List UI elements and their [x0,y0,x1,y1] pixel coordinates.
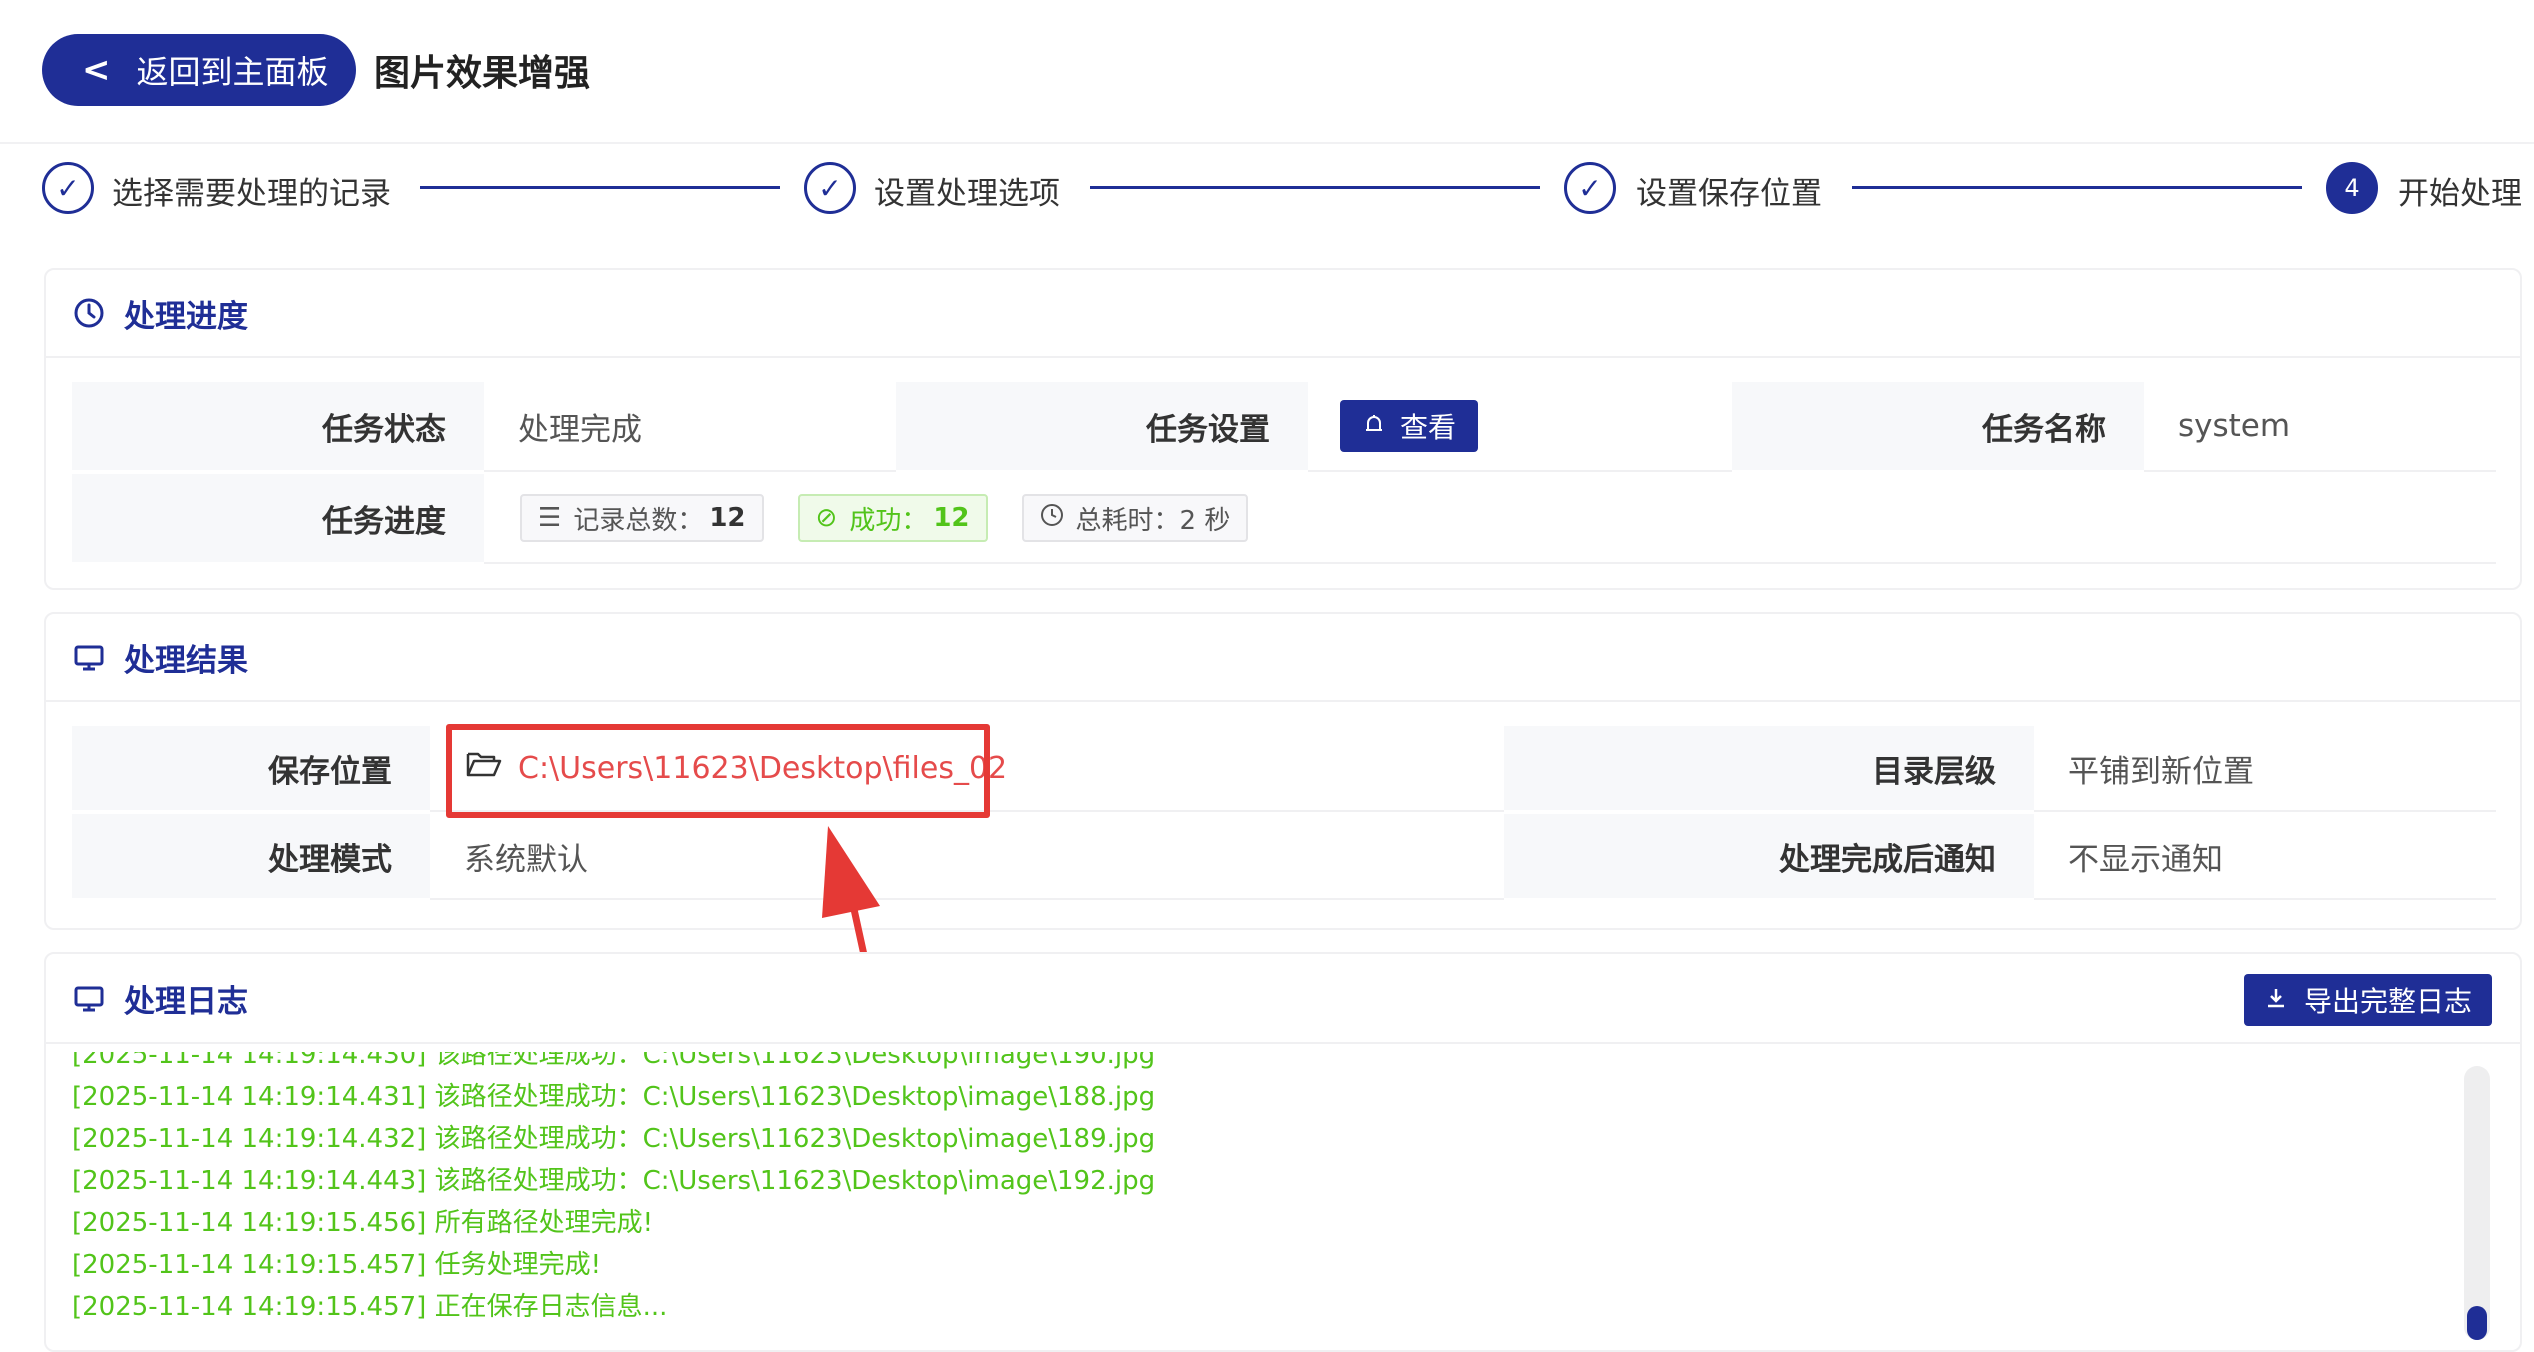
log-card-title: 处理日志 [124,983,248,1020]
log-line: [2025-11-14 14:19:14.431] 该路径处理成功：C:\Use… [72,1082,1156,1112]
log-line: [2025-11-14 14:19:14.432] 该路径处理成功：C:\Use… [72,1124,1156,1154]
monitor-icon [72,981,106,1015]
log-output[interactable]: [2025-11-14 14:19:14.430] 该路径处理成功：C:\Use… [72,1052,2432,1340]
log-line: [2025-11-14 14:19:15.457] 任务处理完成! [72,1250,602,1280]
log-line: [2025-11-14 14:19:14.430] 该路径处理成功：C:\Use… [72,1052,1156,1070]
download-icon [2264,984,2288,1017]
log-line: [2025-11-14 14:19:14.443] 该路径处理成功：C:\Use… [72,1166,1156,1196]
export-log-label: 导出完整日志 [2303,985,2472,1018]
log-scrollbar-thumb[interactable] [2467,1306,2487,1340]
log-line: [2025-11-14 14:19:15.457] 正在保存日志信息... [72,1292,668,1322]
export-log-button[interactable]: 导出完整日志 [2243,974,2492,1026]
log-line: [2025-11-14 14:19:15.456] 所有路径处理完成! [72,1208,654,1238]
log-scrollbar[interactable] [2464,1066,2490,1340]
log-card-header: 处理日志 导出完整日志 [46,954,2520,1044]
